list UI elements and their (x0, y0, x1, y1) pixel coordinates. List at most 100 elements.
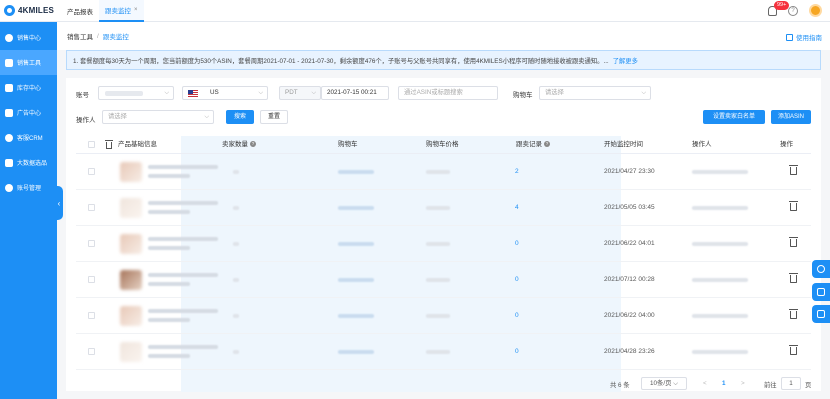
reset-button[interactable]: 重置 (260, 110, 288, 124)
add-asin-button[interactable]: 添加ASIN (771, 110, 811, 124)
datetime-field[interactable]: 2021-07-15 00:21 (321, 86, 389, 100)
tab-label: 跟卖监控 (105, 8, 131, 15)
page-size-select[interactable]: 10条/页 ⌵ (641, 377, 687, 390)
follow-record-count[interactable]: 0 (515, 276, 519, 283)
follow-record-count[interactable]: 0 (515, 240, 519, 247)
buybox-seller[interactable] (338, 242, 374, 246)
product-title[interactable] (148, 165, 218, 169)
row-checkbox[interactable] (88, 276, 95, 283)
sidebar-item-ads[interactable]: 广告中心 (0, 100, 57, 125)
marketplace-select[interactable]: US ⌵ (182, 86, 268, 100)
product-thumbnail[interactable] (120, 306, 142, 326)
trash-icon[interactable] (789, 345, 798, 355)
seller-whitelist-button[interactable]: 设置卖家白名单 (703, 110, 765, 124)
goto-page-input[interactable]: 1 (781, 377, 801, 390)
breadcrumb: 销售工具 / 跟卖监控 使用指南 (57, 22, 830, 50)
follow-record-count[interactable]: 4 (515, 204, 519, 211)
product-thumbnail[interactable] (120, 270, 142, 290)
product-thumbnail[interactable] (120, 162, 142, 182)
sidebar-item-crm[interactable]: 客服CRM (0, 125, 57, 150)
follow-record-count[interactable]: 0 (515, 312, 519, 319)
tab-follow-monitor[interactable]: 跟卖监控 × (99, 0, 144, 22)
trash-icon[interactable] (789, 237, 798, 247)
sidebar-nav: 销售中心 销售工具 库存中心 广告中心 客服CRM 大数据选品 账号管理 (0, 22, 57, 200)
col-follow-records: 跟卖记录? (516, 136, 550, 154)
pie-chart-icon (5, 33, 13, 42)
buybox-seller[interactable] (338, 170, 374, 174)
sidebar-item-big-data[interactable]: 大数据选品 (0, 150, 57, 175)
product-asin (148, 318, 190, 322)
learn-more-link[interactable]: 了解更多 (613, 56, 638, 65)
help-icon[interactable]: ? (788, 6, 798, 16)
product-thumbnail[interactable] (120, 342, 142, 362)
product-title[interactable] (148, 237, 218, 241)
table-row: 4 2021/05/05 03:45 (76, 190, 811, 226)
sidebar-item-inventory[interactable]: 库存中心 (0, 75, 57, 100)
buybox-seller[interactable] (338, 278, 374, 282)
sidebar-item-sales-center[interactable]: 销售中心 (0, 25, 57, 50)
row-checkbox[interactable] (88, 348, 95, 355)
follow-record-count[interactable]: 2 (515, 168, 519, 175)
trash-icon[interactable] (789, 273, 798, 283)
row-checkbox[interactable] (88, 312, 95, 319)
account-select[interactable]: ⌵ (98, 86, 174, 100)
headset-icon (817, 265, 825, 273)
row-checkbox[interactable] (88, 240, 95, 247)
prev-page-button[interactable]: < (703, 380, 707, 387)
select-all-checkbox[interactable] (88, 141, 95, 148)
product-title[interactable] (148, 309, 218, 313)
question-icon[interactable]: ? (544, 141, 550, 148)
next-page-button[interactable]: > (741, 380, 745, 387)
feedback-button[interactable] (812, 283, 830, 301)
sidebar-item-sales-tools[interactable]: 销售工具 (0, 50, 57, 75)
tab-product-report[interactable]: 产品报表 (67, 0, 93, 22)
buybox-price (426, 314, 450, 318)
follow-record-count[interactable]: 0 (515, 348, 519, 355)
table-row: 0 2021/07/12 00:28 (76, 262, 811, 298)
buybox-seller[interactable] (338, 206, 374, 210)
trash-icon[interactable] (789, 165, 798, 175)
close-icon[interactable]: × (134, 7, 138, 13)
operator-name (692, 170, 748, 174)
chevron-down-icon: ⌵ (164, 90, 169, 96)
row-checkbox[interactable] (88, 168, 95, 175)
sidebar-collapse-button[interactable]: ‹ (55, 186, 63, 220)
col-buybox: 购物车 (338, 141, 358, 148)
question-icon[interactable]: ? (250, 141, 256, 148)
avatar[interactable] (809, 4, 822, 17)
notes-button[interactable] (812, 305, 830, 323)
row-checkbox[interactable] (88, 204, 95, 211)
main-panel: 账号 ⌵ US ⌵ PDT ⌵ 2021-07-15 00:21 通过ASIN或标题… (66, 78, 821, 392)
buybox-seller[interactable] (338, 350, 374, 354)
breadcrumb-parent[interactable]: 销售工具 (67, 31, 93, 41)
operator-placeholder: 请选择 (108, 113, 127, 120)
customer-service-button[interactable] (812, 260, 830, 278)
operator-name (692, 206, 748, 210)
product-title[interactable] (148, 345, 218, 349)
sidebar-item-label: 账号管理 (17, 186, 42, 192)
product-title[interactable] (148, 273, 218, 277)
product-title[interactable] (148, 201, 218, 205)
page-number-current[interactable]: 1 (722, 380, 726, 387)
trash-icon[interactable] (789, 309, 798, 319)
start-time: 2021/04/27 23:30 (604, 168, 655, 175)
sidebar-item-accounts[interactable]: 账号管理 (0, 175, 57, 200)
buybox-seller[interactable] (338, 314, 374, 318)
asin-search-input[interactable]: 通过ASIN或标题搜索 (398, 86, 498, 100)
product-asin (148, 210, 190, 214)
col-actions: 操作 (780, 141, 793, 148)
trash-icon[interactable] (105, 140, 113, 149)
brand-logo[interactable]: 4KMILES (0, 0, 57, 22)
user-guide-link[interactable]: 使用指南 (786, 32, 822, 42)
buybox-select[interactable]: 请选择 ⌵ (539, 86, 651, 100)
external-link-icon (786, 33, 793, 41)
product-thumbnail[interactable] (120, 198, 142, 218)
operator-select[interactable]: 请选择 ⌵ (102, 110, 214, 124)
seller-count (233, 278, 239, 282)
search-button[interactable]: 搜索 (226, 110, 254, 124)
buybox-price (426, 350, 450, 354)
seller-count (233, 242, 239, 246)
timezone-select[interactable]: PDT ⌵ (279, 86, 321, 100)
product-thumbnail[interactable] (120, 234, 142, 254)
trash-icon[interactable] (789, 201, 798, 211)
